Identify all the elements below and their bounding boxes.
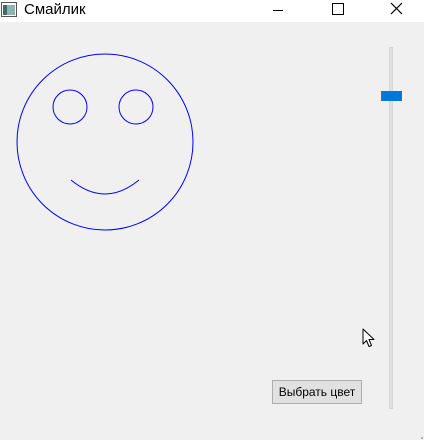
main-window: Смайлик Выбрать цвет xyxy=(0,0,424,440)
minimize-button[interactable] xyxy=(256,0,300,22)
window-title: Смайлик xyxy=(24,1,86,18)
maximize-icon xyxy=(332,3,344,15)
smiley-face-outline xyxy=(16,53,194,231)
smiley-right-eye xyxy=(118,89,154,125)
drawing-canvas xyxy=(0,22,424,440)
maximize-button[interactable] xyxy=(316,0,360,22)
close-icon xyxy=(390,2,403,15)
mouse-cursor-icon xyxy=(362,328,376,348)
smiley-mouth xyxy=(70,179,140,195)
vertical-slider-track[interactable] xyxy=(389,47,393,409)
smiley-left-eye xyxy=(52,89,88,125)
smiley-drawing xyxy=(16,53,194,231)
resize-grip-icon[interactable] xyxy=(414,430,424,440)
window-app-icon xyxy=(1,2,17,17)
close-button[interactable] xyxy=(374,0,418,22)
minimize-icon xyxy=(273,10,283,11)
choose-color-button[interactable]: Выбрать цвет xyxy=(272,380,362,404)
title-bar[interactable]: Смайлик xyxy=(0,0,424,22)
vertical-slider-thumb[interactable] xyxy=(381,91,402,101)
